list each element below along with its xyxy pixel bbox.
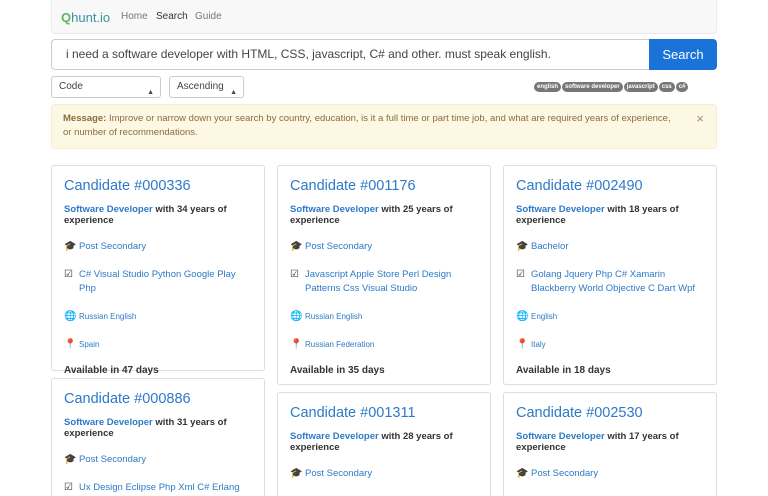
tag-badge: css <box>658 82 675 92</box>
nav-link-home[interactable]: Home <box>121 11 148 22</box>
education-row: 🎓 Bachelor <box>516 241 569 252</box>
check-square-icon: ☑ <box>64 482 73 493</box>
graduation-cap-icon: 🎓 <box>290 468 303 479</box>
globe-icon: 🌐 <box>516 311 529 322</box>
skills-row: ☑ Ux Design Eclipse Php Xml C# Erlang <box>64 482 240 493</box>
graduation-cap-icon: 🎓 <box>516 241 529 252</box>
candidate-card[interactable]: Candidate #000886 Software Developer wit… <box>51 378 265 496</box>
globe-icon: 🌐 <box>290 311 303 322</box>
search-input[interactable]: i need a software developer with HTML, C… <box>51 39 649 70</box>
education-row: 🎓 Post Secondary <box>516 468 599 479</box>
candidate-title[interactable]: Candidate #001176 <box>290 178 478 195</box>
caret-updown-icon: ▲ <box>230 89 237 96</box>
graduation-cap-icon: 🎓 <box>516 468 529 479</box>
skills-row: ☑ Javascript Apple Store Perl Design Patt… <box>290 269 452 294</box>
education-row: 🎓 Post Secondary <box>64 454 147 465</box>
location-row: 📍 Spain <box>64 339 100 350</box>
availability: Available in 47 days <box>64 365 159 376</box>
graduation-cap-icon: 🎓 <box>64 241 77 252</box>
candidate-role: Software Developer with 31 years of expe… <box>64 417 227 439</box>
location-row: 📍 Italy <box>516 339 546 350</box>
brand-logo[interactable]: Qhunt.io <box>61 10 110 25</box>
candidate-role: Software Developer with 34 years of expe… <box>64 204 227 226</box>
alert-text: Improve or narrow down your search by co… <box>63 113 671 138</box>
availability: Available in 35 days <box>290 365 385 376</box>
candidate-role: Software Developer with 18 years of expe… <box>516 204 679 226</box>
map-marker-icon: 📍 <box>516 339 529 350</box>
search-bar: i need a software developer with HTML, C… <box>51 39 717 70</box>
keyword-tags: english software developer javascript cs… <box>534 82 689 93</box>
location-row: 📍 Russian Federation <box>290 339 375 350</box>
candidate-card[interactable]: Candidate #002530 Software Developer wit… <box>503 392 717 496</box>
caret-updown-icon: ▲ <box>147 89 154 96</box>
candidate-title[interactable]: Candidate #000336 <box>64 178 252 195</box>
alert-label: Message: <box>63 113 107 124</box>
education-row: 🎓 Post Secondary <box>290 241 373 252</box>
candidate-role: Software Developer with 17 years of expe… <box>516 431 679 453</box>
candidate-card[interactable]: Candidate #000336 Software Developer wit… <box>51 165 265 376</box>
map-marker-icon: 📍 <box>290 339 303 350</box>
globe-icon: 🌐 <box>64 311 77 322</box>
check-square-icon: ☑ <box>64 269 73 280</box>
candidate-card[interactable]: Candidate #002490 Software Developer wit… <box>503 165 717 385</box>
map-marker-icon: 📍 <box>64 339 77 350</box>
nav-link-search[interactable]: Search <box>156 11 188 22</box>
candidate-role: Software Developer with 25 years of expe… <box>290 204 453 226</box>
languages-row: 🌐 English <box>516 311 558 322</box>
sort-field-select[interactable]: Code ▲ <box>51 76 161 98</box>
tag-badge: software developer <box>562 82 623 92</box>
candidate-role: Software Developer with 28 years of expe… <box>290 431 453 453</box>
candidate-title[interactable]: Candidate #002530 <box>516 405 704 422</box>
candidate-card[interactable]: Candidate #001176 Software Developer wit… <box>277 165 491 385</box>
graduation-cap-icon: 🎓 <box>290 241 303 252</box>
languages-row: 🌐 Russian English <box>64 311 137 322</box>
candidate-title[interactable]: Candidate #002490 <box>516 178 704 195</box>
search-button[interactable]: Search <box>649 39 717 70</box>
graduation-cap-icon: 🎓 <box>64 454 77 465</box>
candidate-title[interactable]: Candidate #000886 <box>64 391 252 408</box>
availability: Available in 18 days <box>516 365 611 376</box>
sort-order-select[interactable]: Ascending ▲ <box>169 76 244 98</box>
check-square-icon: ☑ <box>516 269 525 280</box>
skills-row: ☑ C# Visual Studio Python Google Play Php <box>64 269 236 294</box>
warning-alert: Message: Improve or narrow down your sea… <box>51 104 717 149</box>
close-icon[interactable]: × <box>696 112 704 126</box>
skills-row: ☑ Golang Jquery Php C# Xamarin Blackberry… <box>516 269 696 294</box>
nav-link-guide[interactable]: Guide <box>195 11 222 22</box>
candidate-card[interactable]: Candidate #001311 Software Developer wit… <box>277 392 491 496</box>
candidate-title[interactable]: Candidate #001311 <box>290 405 478 422</box>
tag-badge: c# <box>675 82 689 92</box>
education-row: 🎓 Post Secondary <box>290 468 373 479</box>
languages-row: 🌐 Russian English <box>290 311 363 322</box>
tag-badge: javascript <box>623 82 658 92</box>
education-row: 🎓 Post Secondary <box>64 241 147 252</box>
check-square-icon: ☑ <box>290 269 299 280</box>
top-navbar: Qhunt.io Home Search Guide <box>51 0 717 34</box>
tag-badge: english <box>534 82 562 92</box>
